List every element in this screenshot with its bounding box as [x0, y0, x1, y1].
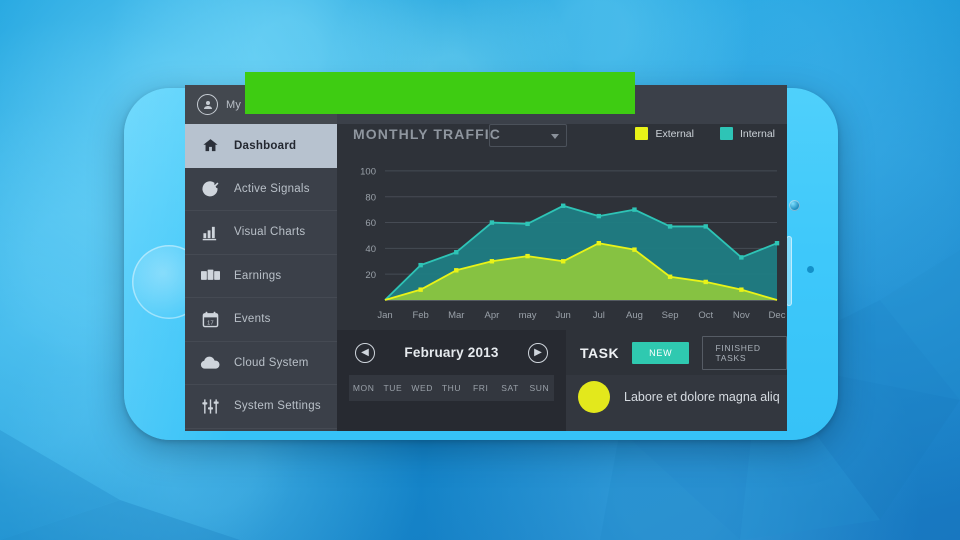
sidebar-item-system-settings[interactable]: System Settings [185, 385, 337, 429]
svg-text:Nov: Nov [733, 310, 750, 321]
chart-panel: MONTHLY TRAFFIC External Internal 20 40 … [337, 124, 787, 330]
svg-text:40: 40 [365, 244, 376, 255]
svg-text:Apr: Apr [485, 310, 500, 321]
chart-legend: External Internal [635, 127, 775, 140]
legend-label: Internal [739, 127, 775, 140]
svg-text:17: 17 [207, 320, 214, 326]
svg-text:Sep: Sep [662, 310, 679, 321]
svg-text:Dec: Dec [769, 310, 786, 321]
task-header: TASK NEW FINISHED TASKS [566, 330, 787, 375]
calendar-day-header: SUN [529, 383, 550, 393]
legend-item-external: External [635, 127, 694, 140]
svg-text:may: may [519, 310, 537, 321]
task-panel: TASK NEW FINISHED TASKS Labore et dolore… [566, 330, 787, 431]
svg-text:Jan: Jan [377, 310, 392, 321]
task-list-item[interactable]: Labore et dolore magna aliq [566, 375, 787, 413]
sidebar-item-label: Visual Charts [234, 226, 306, 239]
calendar-day-header: TUE [383, 383, 403, 393]
chart-header: MONTHLY TRAFFIC External Internal [337, 124, 787, 150]
svg-text:80: 80 [365, 192, 376, 203]
check-circle-icon [199, 180, 221, 198]
calendar-day-header: THU [441, 383, 462, 393]
calendar-title: February 2013 [404, 345, 499, 360]
calendar-day-header: SAT [501, 383, 519, 393]
sidebar-item-label: System Settings [234, 400, 321, 413]
sidebar-item-dashboard[interactable]: Dashboard [185, 124, 337, 168]
user-avatar-icon [197, 94, 218, 115]
chart-plot-area: 20 40 60 80 100 Jan Feb Mar Apr may Jun Jul Aug Sep Oc… [337, 150, 787, 330]
calendar-day-header: FRI [473, 383, 489, 393]
camera-icon [789, 200, 800, 211]
calendar-day-headers: MON TUE WED THU FRI SAT SUN [349, 375, 554, 401]
cloud-icon [199, 355, 221, 370]
main-content: MONTHLY TRAFFIC External Internal 20 40 … [337, 124, 787, 431]
calendar-icon: 17 [199, 311, 221, 328]
money-icon [199, 267, 221, 284]
redaction-overlay [245, 72, 635, 114]
chevron-right-icon[interactable]: ▶ [528, 342, 548, 363]
home-icon [199, 137, 221, 154]
svg-text:60: 60 [365, 218, 376, 229]
chevron-left-icon[interactable]: ◀ [355, 342, 375, 363]
sidebar-item-label: Cloud System [234, 356, 309, 369]
legend-item-internal: Internal [719, 127, 775, 140]
phone-screen: envato envato envato My Dashboar [185, 85, 787, 431]
sidebar-item-label: Dashboard [234, 139, 297, 152]
calendar-day-header: WED [411, 383, 434, 393]
svg-text:Jun: Jun [556, 310, 571, 321]
avatar [578, 381, 610, 413]
chart-range-select[interactable] [489, 124, 567, 147]
calendar-widget: ◀ February 2013 ▶ MON TUE WED THU FRI SA… [337, 330, 566, 431]
user-name-label: My [226, 98, 242, 111]
sensor-dot [807, 266, 814, 273]
svg-text:Oct: Oct [698, 310, 713, 321]
sidebar-item-cloud-system[interactable]: Cloud System [185, 342, 337, 385]
task-panel-title: TASK [580, 344, 620, 361]
new-task-button[interactable]: NEW [632, 341, 690, 364]
sidebar-item-label: Events [234, 313, 271, 326]
svg-text:Aug: Aug [626, 310, 643, 321]
finished-tasks-button[interactable]: FINISHED TASKS [702, 335, 787, 370]
calendar-day-header: MON [352, 383, 375, 393]
bottom-row: ◀ February 2013 ▶ MON TUE WED THU FRI SA… [337, 330, 787, 431]
svg-text:Jul: Jul [593, 310, 605, 321]
legend-swatch-internal [719, 127, 733, 140]
bar-chart-icon [199, 224, 221, 241]
phone-device: envato envato envato My Dashboar [124, 85, 838, 440]
legend-label: External [655, 127, 694, 140]
sidebar: Dashboard Active Signals Visual Charts E… [185, 124, 337, 431]
sidebar-item-earnings[interactable]: Earnings [185, 255, 337, 298]
sidebar-item-events[interactable]: 17 Events [185, 298, 337, 342]
legend-swatch-external [635, 127, 649, 140]
task-item-text: Labore et dolore magna aliq [624, 390, 780, 404]
sidebar-item-label: Active Signals [234, 182, 310, 195]
calendar-header: ◀ February 2013 ▶ [337, 330, 566, 375]
sidebar-item-label: Earnings [234, 269, 282, 282]
task-list: Labore et dolore magna aliq [566, 375, 787, 431]
chart-title: MONTHLY TRAFFIC [353, 126, 501, 142]
svg-text:20: 20 [365, 270, 376, 281]
sidebar-item-active-signals[interactable]: Active Signals [185, 168, 337, 211]
svg-text:Feb: Feb [412, 310, 428, 321]
chevron-down-icon [551, 134, 559, 139]
sidebar-item-visual-charts[interactable]: Visual Charts [185, 211, 337, 255]
svg-text:100: 100 [360, 167, 376, 178]
sliders-icon [199, 398, 221, 415]
svg-text:Mar: Mar [448, 310, 464, 321]
